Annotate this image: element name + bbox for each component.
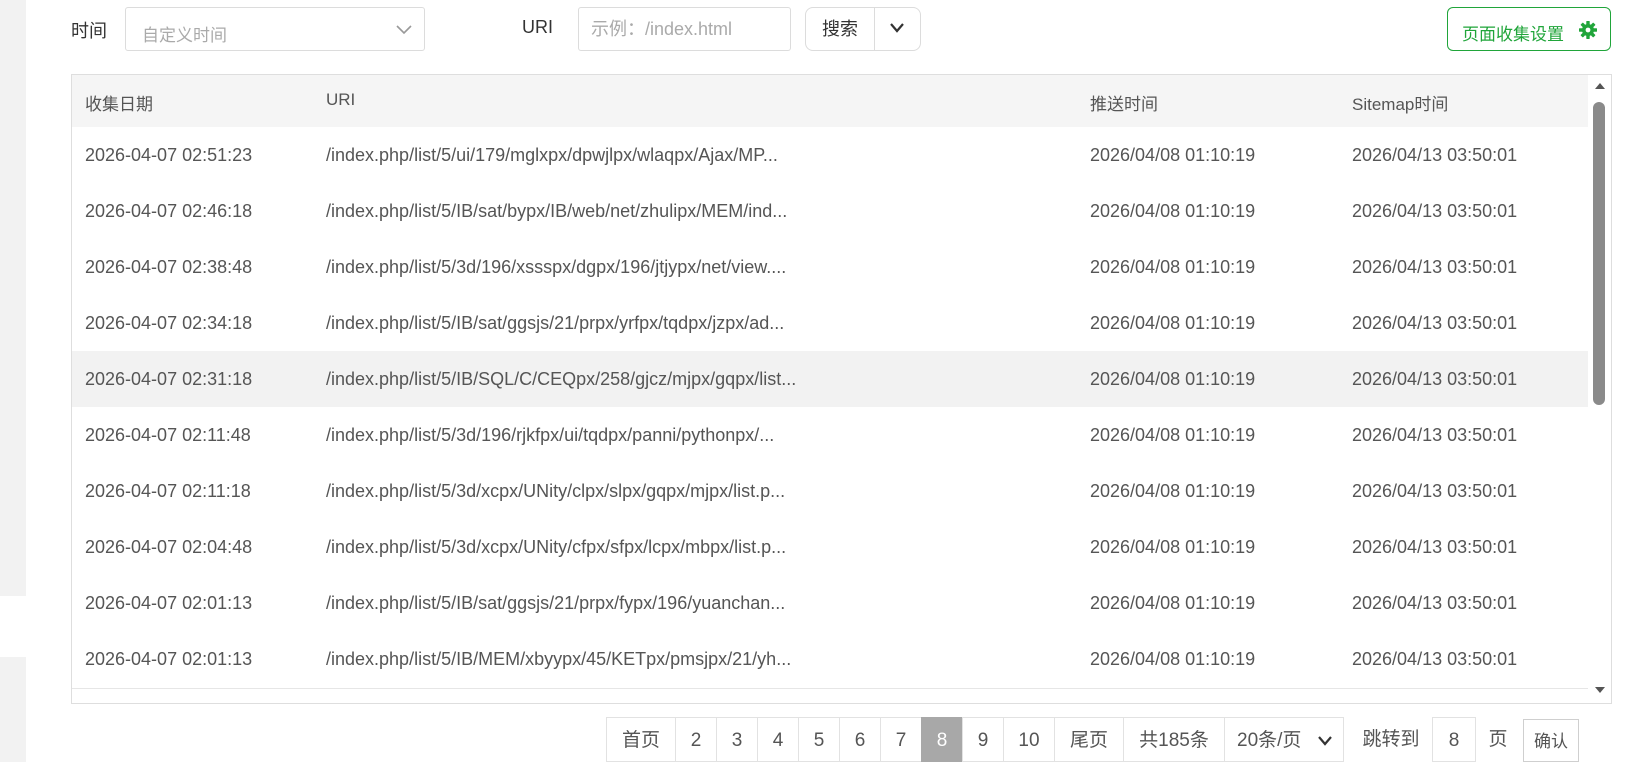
left-panel-edge-lower	[0, 657, 26, 762]
cell-push-time: 2026/04/08 01:10:19	[1090, 313, 1256, 333]
chevron-down-icon	[1318, 736, 1332, 746]
page-collect-settings-button[interactable]: 页面收集设置	[1447, 7, 1611, 51]
table-row[interactable]: 2026-04-07 02:38:48 /index.php/list/5/3d…	[72, 239, 1588, 297]
cell-sitemap-time: 2026/04/13 03:50:01	[1352, 481, 1518, 501]
time-select[interactable]: 自定义时间	[125, 7, 425, 51]
cell-push-time: 2026/04/08 01:10:19	[1090, 201, 1256, 221]
header-sitemap-time: Sitemap时间	[1352, 95, 1449, 114]
header-collect-date: 收集日期	[85, 95, 153, 114]
header-uri: URI	[326, 90, 356, 109]
last-page-button[interactable]: 尾页	[1054, 717, 1124, 762]
table-row[interactable]: 2026-04-07 02:34:18 /index.php/list/5/IB…	[72, 295, 1588, 353]
page-button[interactable]: 4	[757, 717, 799, 762]
total-count: 共185条	[1123, 717, 1225, 762]
current-page-button[interactable]: 8	[921, 717, 963, 762]
cell-uri: /index.php/list/5/3d/xcpx/UNity/cfpx/sfp…	[326, 537, 787, 557]
cell-push-time: 2026/04/08 01:10:19	[1090, 257, 1256, 277]
page-button[interactable]: 7	[880, 717, 922, 762]
chevron-down-icon	[396, 25, 412, 35]
cell-collect-date: 2026-04-07 02:51:23	[85, 145, 253, 165]
chevron-down-icon	[890, 23, 904, 33]
cell-push-time: 2026/04/08 01:10:19	[1090, 425, 1256, 445]
page-unit-label: 页	[1478, 717, 1518, 762]
cell-collect-date: 2026-04-07 02:01:13	[85, 649, 253, 669]
cell-uri: /index.php/list/5/IB/SQL/C/CEQpx/258/gjc…	[326, 369, 797, 389]
uri-table: 收集日期 URI 推送时间 Sitemap时间 2026-04-07 02:51…	[71, 74, 1612, 704]
time-label: 时间	[71, 21, 107, 41]
cell-push-time: 2026/04/08 01:10:19	[1090, 145, 1256, 165]
table-row[interactable]: 2026-04-07 02:11:48 /index.php/list/5/3d…	[72, 407, 1588, 465]
table-row[interactable]: 2026-04-07 02:11:18 /index.php/list/5/3d…	[72, 463, 1588, 521]
gear-icon	[1579, 21, 1597, 39]
cell-sitemap-time: 2026/04/13 03:50:01	[1352, 537, 1518, 557]
table-row[interactable]: 2026-04-07 02:31:18 /index.php/list/5/IB…	[72, 351, 1588, 409]
cell-collect-date: 2026-04-07 02:01:13	[85, 593, 253, 613]
cell-uri: /index.php/list/5/3d/196/xssspx/dgpx/196…	[326, 257, 787, 277]
confirm-jump-button[interactable]: 确认	[1523, 719, 1579, 762]
page-size-value: 20条/页	[1237, 730, 1302, 751]
table-row[interactable]: 2026-04-07 02:04:48 /index.php/list/5/3d…	[72, 519, 1588, 577]
cell-uri: /index.php/list/5/IB/sat/bypx/IB/web/net…	[326, 201, 788, 221]
page-button[interactable]: 9	[962, 717, 1004, 762]
scroll-down-icon[interactable]	[1595, 687, 1605, 693]
table-header: 收集日期 URI 推送时间 Sitemap时间	[72, 75, 1588, 128]
cell-collect-date: 2026-04-07 02:38:48	[85, 257, 253, 277]
cell-sitemap-time: 2026/04/13 03:50:01	[1352, 649, 1518, 669]
cell-collect-date: 2026-04-07 02:04:48	[85, 537, 253, 557]
settings-button-label: 页面收集设置	[1462, 25, 1564, 44]
table-row[interactable]: 2026-04-07 02:01:13 /index.php/list/5/IB…	[72, 631, 1588, 689]
page-button[interactable]: 2	[675, 717, 717, 762]
page-button[interactable]: 3	[716, 717, 758, 762]
uri-label: URI	[522, 17, 553, 37]
table-scrollbar[interactable]	[1589, 75, 1611, 703]
cell-push-time: 2026/04/08 01:10:19	[1090, 537, 1256, 557]
cell-uri: /index.php/list/5/IB/sat/ggsjs/21/prpx/y…	[326, 313, 785, 333]
cell-push-time: 2026/04/08 01:10:19	[1090, 369, 1256, 389]
first-page-button[interactable]: 首页	[606, 717, 676, 762]
cell-sitemap-time: 2026/04/13 03:50:01	[1352, 313, 1518, 333]
page-size-select[interactable]: 20条/页	[1224, 717, 1344, 762]
page-button[interactable]: 6	[839, 717, 881, 762]
cell-sitemap-time: 2026/04/13 03:50:01	[1352, 201, 1518, 221]
cell-sitemap-time: 2026/04/13 03:50:01	[1352, 425, 1518, 445]
jump-page-input[interactable]: 8	[1432, 717, 1476, 762]
cell-collect-date: 2026-04-07 02:11:18	[85, 481, 251, 501]
uri-input[interactable]	[578, 7, 791, 51]
cell-sitemap-time: 2026/04/13 03:50:01	[1352, 145, 1518, 165]
table-row[interactable]: 2026-04-07 02:51:23 /index.php/list/5/ui…	[72, 127, 1588, 185]
search-button[interactable]: 搜索	[806, 8, 875, 50]
cell-sitemap-time: 2026/04/13 03:50:01	[1352, 593, 1518, 613]
cell-collect-date: 2026-04-07 02:31:18	[85, 369, 253, 389]
cell-collect-date: 2026-04-07 02:11:48	[85, 425, 251, 445]
cell-uri: /index.php/list/5/3d/196/rjkfpx/ui/tqdpx…	[326, 425, 775, 445]
time-placeholder: 自定义时间	[142, 26, 227, 45]
cell-collect-date: 2026-04-07 02:34:18	[85, 313, 253, 333]
scroll-up-icon[interactable]	[1595, 83, 1605, 89]
cell-push-time: 2026/04/08 01:10:19	[1090, 649, 1256, 669]
scrollbar-thumb[interactable]	[1593, 102, 1605, 405]
search-dropdown-button[interactable]	[874, 8, 920, 50]
cell-push-time: 2026/04/08 01:10:19	[1090, 593, 1256, 613]
table-row[interactable]: 2026-04-07 02:46:18 /index.php/list/5/IB…	[72, 183, 1588, 241]
search-button-group: 搜索	[805, 7, 921, 51]
cell-uri: /index.php/list/5/ui/179/mglxpx/dpwjlpx/…	[326, 145, 778, 165]
cell-sitemap-time: 2026/04/13 03:50:01	[1352, 369, 1518, 389]
cell-uri: /index.php/list/5/IB/MEM/xbyypx/45/KETpx…	[326, 649, 792, 669]
cell-sitemap-time: 2026/04/13 03:50:01	[1352, 257, 1518, 277]
jump-to-label: 跳转到	[1352, 717, 1430, 762]
left-panel-edge	[0, 0, 26, 596]
page-button[interactable]: 10	[1003, 717, 1055, 762]
header-push-time: 推送时间	[1090, 95, 1158, 114]
cell-uri: /index.php/list/5/IB/sat/ggsjs/21/prpx/f…	[326, 593, 786, 613]
cell-collect-date: 2026-04-07 02:46:18	[85, 201, 253, 221]
table-row[interactable]: 2026-04-07 02:01:13 /index.php/list/5/IB…	[72, 575, 1588, 633]
page-button[interactable]: 5	[798, 717, 840, 762]
cell-uri: /index.php/list/5/3d/xcpx/UNity/clpx/slp…	[326, 481, 786, 501]
cell-push-time: 2026/04/08 01:10:19	[1090, 481, 1256, 501]
